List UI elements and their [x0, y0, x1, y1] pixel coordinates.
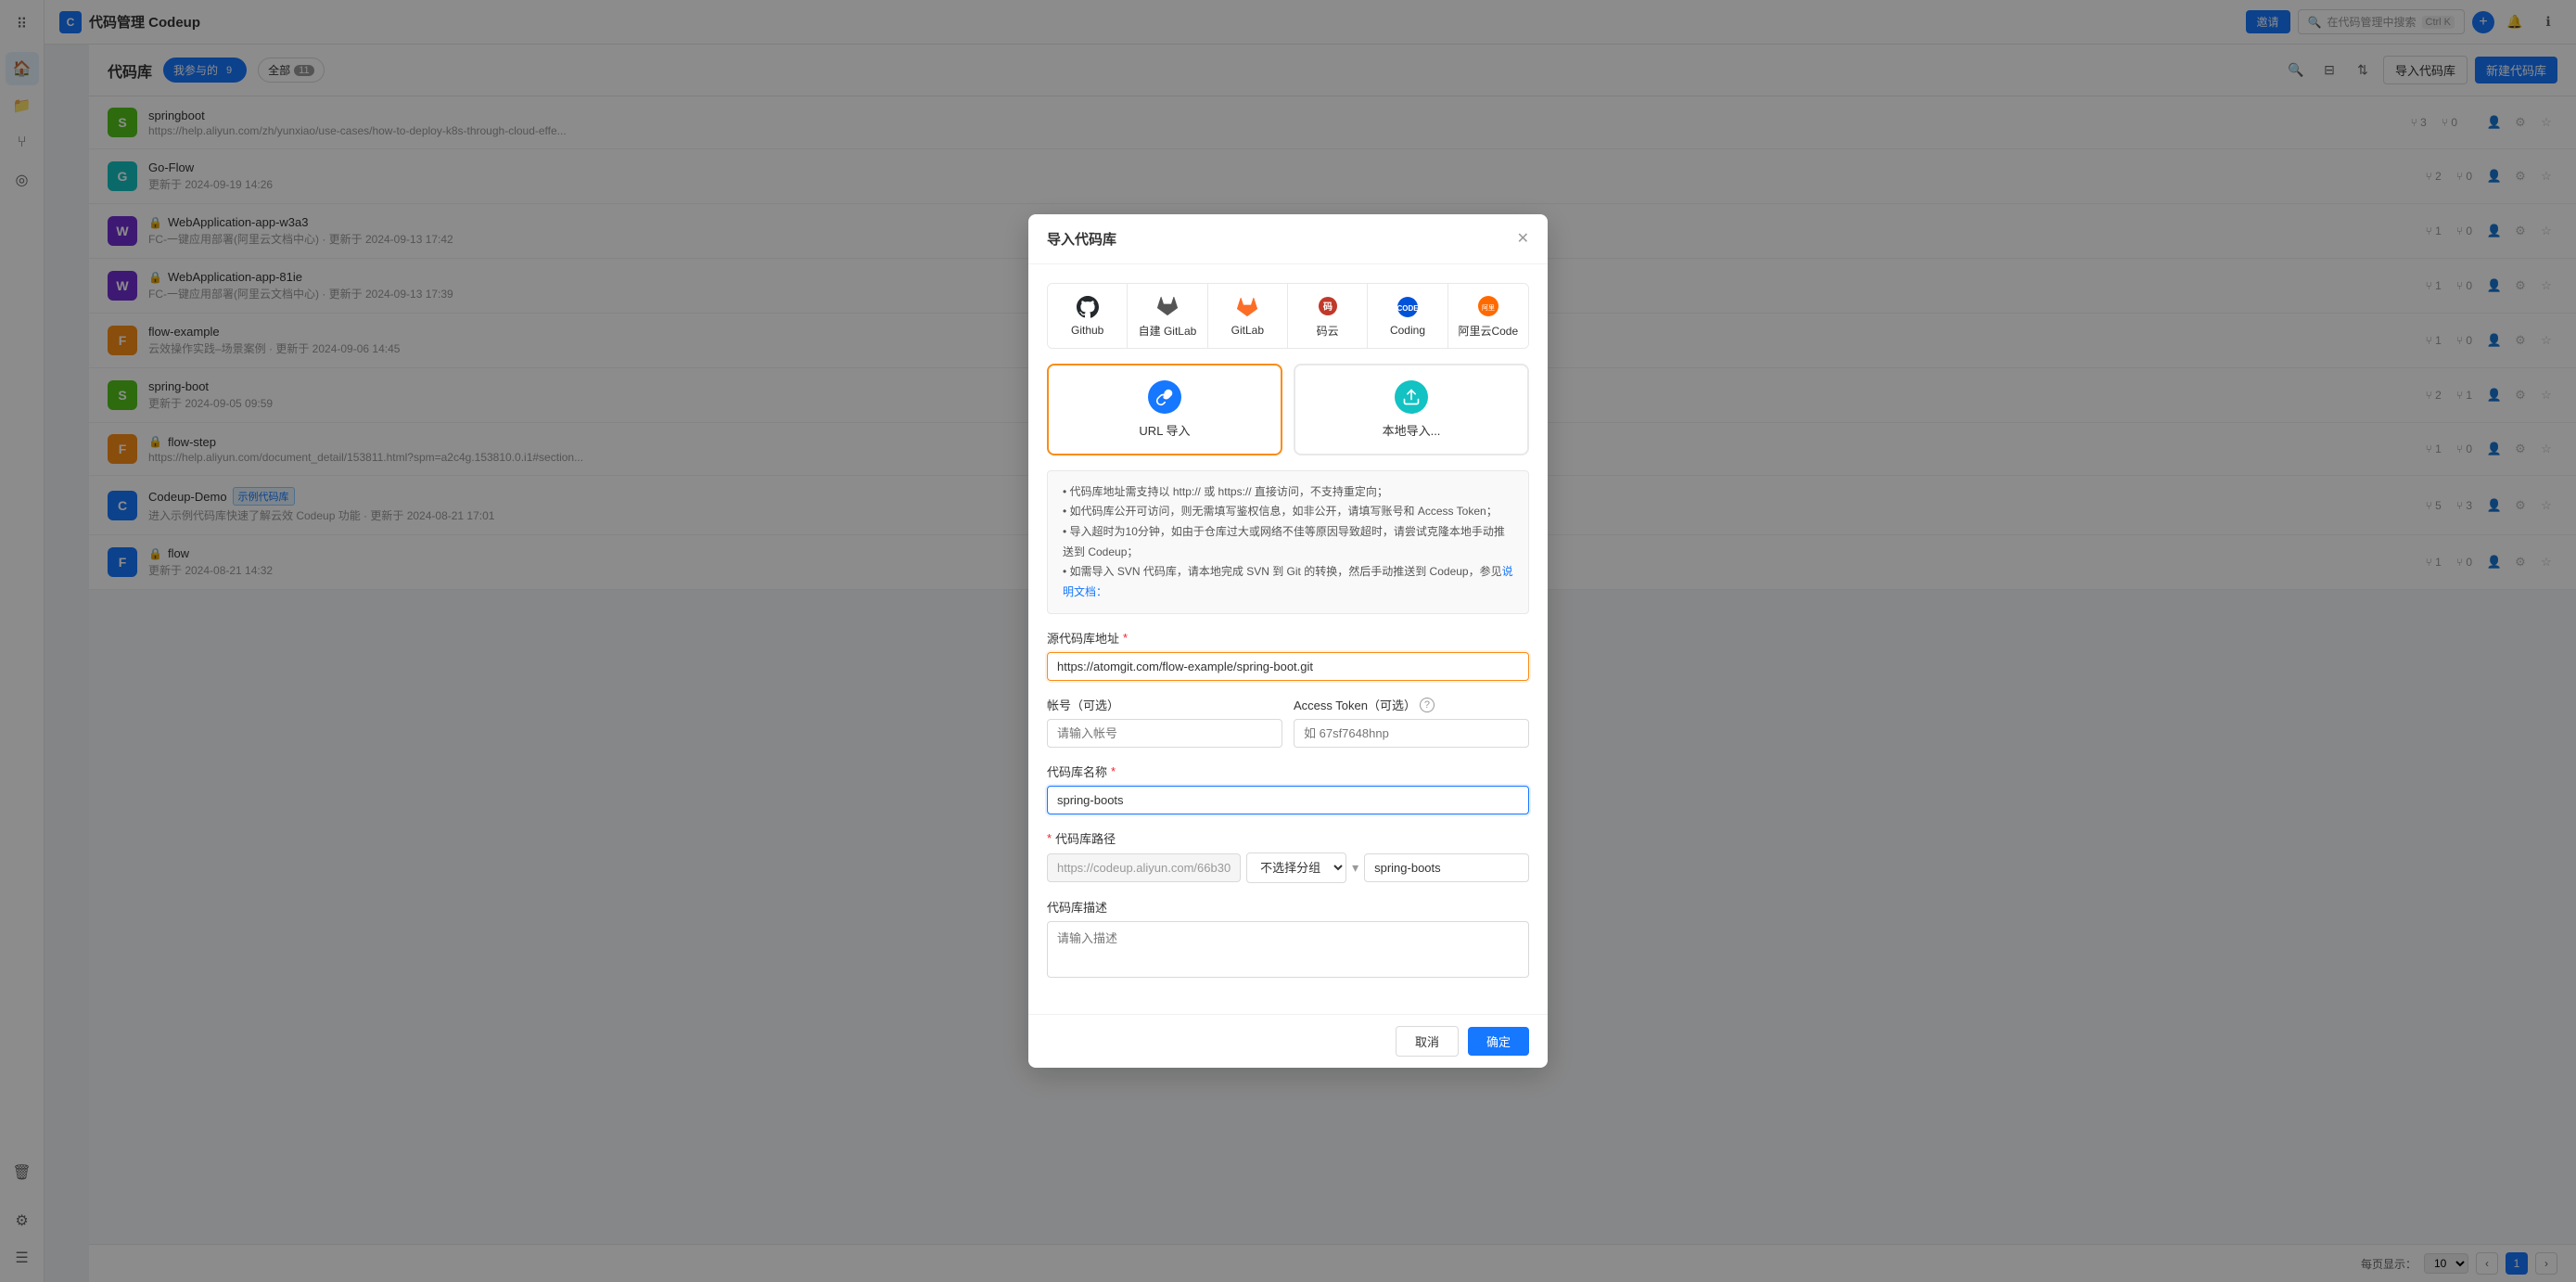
repo-path-form-row: * 代码库路径 不选择分组 ▾ — [1047, 829, 1529, 883]
source-tab-mayun[interactable]: 码 码云 — [1288, 284, 1368, 348]
repo-path-required-mark: * — [1047, 831, 1052, 845]
svg-text:阿里: 阿里 — [1482, 303, 1495, 312]
local-import-icon — [1395, 380, 1428, 414]
svg-text:CODE: CODE — [1396, 304, 1419, 313]
source-tab-coding-label: Coding — [1390, 324, 1425, 337]
mayun-icon: 码 — [1315, 293, 1341, 319]
path-arrow-icon: ▾ — [1352, 860, 1358, 876]
token-help-icon[interactable]: ? — [1420, 698, 1435, 712]
import-type-row: URL 导入 本地导入... — [1047, 364, 1529, 455]
import-modal: 导入代码库 ✕ Github 自建 GitLab — [1028, 214, 1548, 1069]
coding-icon: CODE — [1395, 294, 1421, 320]
info-link[interactable]: 说明文档： — [1063, 565, 1513, 598]
path-suffix-input[interactable] — [1364, 853, 1529, 882]
modal-footer: 取消 确定 — [1028, 1014, 1548, 1068]
info-line-1: • 代码库地址需支持以 http:// 或 https:// 直接访问，不支持重… — [1063, 482, 1513, 503]
repo-name-input[interactable] — [1047, 786, 1529, 814]
path-group-select[interactable]: 不选择分组 — [1246, 853, 1346, 883]
info-box: • 代码库地址需支持以 http:// 或 https:// 直接访问，不支持重… — [1047, 470, 1529, 615]
local-import-label: 本地导入... — [1383, 421, 1441, 439]
info-line-4: • 如需导入 SVN 代码库，请本地完成 SVN 到 Git 的转换，然后手动推… — [1063, 562, 1513, 602]
source-tab-aliyuncode[interactable]: 阿里 阿里云Code — [1448, 284, 1528, 348]
url-import-label: URL 导入 — [1139, 421, 1190, 439]
source-tab-gitlab-label: GitLab — [1231, 324, 1264, 337]
aliyuncode-icon: 阿里 — [1475, 293, 1501, 319]
repo-desc-label: 代码库描述 — [1047, 898, 1529, 916]
account-field: 帐号（可选） — [1047, 696, 1282, 748]
url-import-icon — [1148, 380, 1181, 414]
token-input[interactable] — [1294, 719, 1529, 748]
url-label: 源代码库地址 * — [1047, 629, 1529, 647]
source-tab-coding[interactable]: CODE Coding — [1368, 284, 1447, 348]
account-token-row: 帐号（可选） Access Token（可选） ? — [1047, 696, 1529, 748]
url-form-row: 源代码库地址 * — [1047, 629, 1529, 681]
repo-name-label: 代码库名称 * — [1047, 763, 1529, 780]
repo-desc-form-row: 代码库描述 — [1047, 898, 1529, 981]
cancel-button[interactable]: 取消 — [1396, 1026, 1459, 1057]
token-field: Access Token（可选） ? — [1294, 696, 1529, 748]
source-tab-selfgitlab[interactable]: 自建 GitLab — [1128, 284, 1207, 348]
path-row: 不选择分组 ▾ — [1047, 853, 1529, 883]
source-tabs: Github 自建 GitLab GitLab 码 — [1047, 283, 1529, 349]
url-required-mark: * — [1123, 631, 1128, 645]
source-tab-github-label: Github — [1071, 324, 1103, 337]
confirm-button[interactable]: 确定 — [1468, 1027, 1529, 1056]
source-tab-github[interactable]: Github — [1048, 284, 1128, 348]
account-input[interactable] — [1047, 719, 1282, 748]
url-import-btn[interactable]: URL 导入 — [1047, 364, 1282, 455]
account-label: 帐号（可选） — [1047, 696, 1282, 713]
repo-path-label: * 代码库路径 — [1047, 829, 1529, 847]
svg-text:码: 码 — [1323, 301, 1333, 313]
source-tab-mayun-label: 码云 — [1317, 323, 1339, 339]
info-line-2: • 如代码库公开可访问，则无需填写鉴权信息，如非公开，请填写账号和 Access… — [1063, 502, 1513, 522]
repo-desc-textarea[interactable] — [1047, 921, 1529, 978]
info-line-3: • 导入超时为10分钟，如由于仓库过大或网络不佳等原因导致超时，请尝试克隆本地手… — [1063, 522, 1513, 562]
github-icon — [1075, 294, 1101, 320]
modal-overlay[interactable]: 导入代码库 ✕ Github 自建 GitLab — [0, 0, 2576, 1282]
token-label: Access Token（可选） ? — [1294, 696, 1529, 713]
source-tab-aliyuncode-label: 阿里云Code — [1458, 323, 1518, 339]
repo-name-form-row: 代码库名称 * — [1047, 763, 1529, 814]
local-import-btn[interactable]: 本地导入... — [1294, 364, 1529, 455]
modal-header: 导入代码库 ✕ — [1028, 214, 1548, 264]
selfgitlab-icon — [1154, 293, 1180, 319]
modal-body: Github 自建 GitLab GitLab 码 — [1028, 264, 1548, 1015]
gitlab-icon — [1234, 294, 1260, 320]
url-input[interactable] — [1047, 652, 1529, 681]
source-tab-gitlab[interactable]: GitLab — [1208, 284, 1288, 348]
repo-name-required-mark: * — [1111, 764, 1116, 778]
path-prefix-input — [1047, 853, 1241, 882]
source-tab-selfgitlab-label: 自建 GitLab — [1139, 323, 1197, 339]
modal-close-button[interactable]: ✕ — [1517, 229, 1529, 248]
modal-title: 导入代码库 — [1047, 229, 1116, 249]
